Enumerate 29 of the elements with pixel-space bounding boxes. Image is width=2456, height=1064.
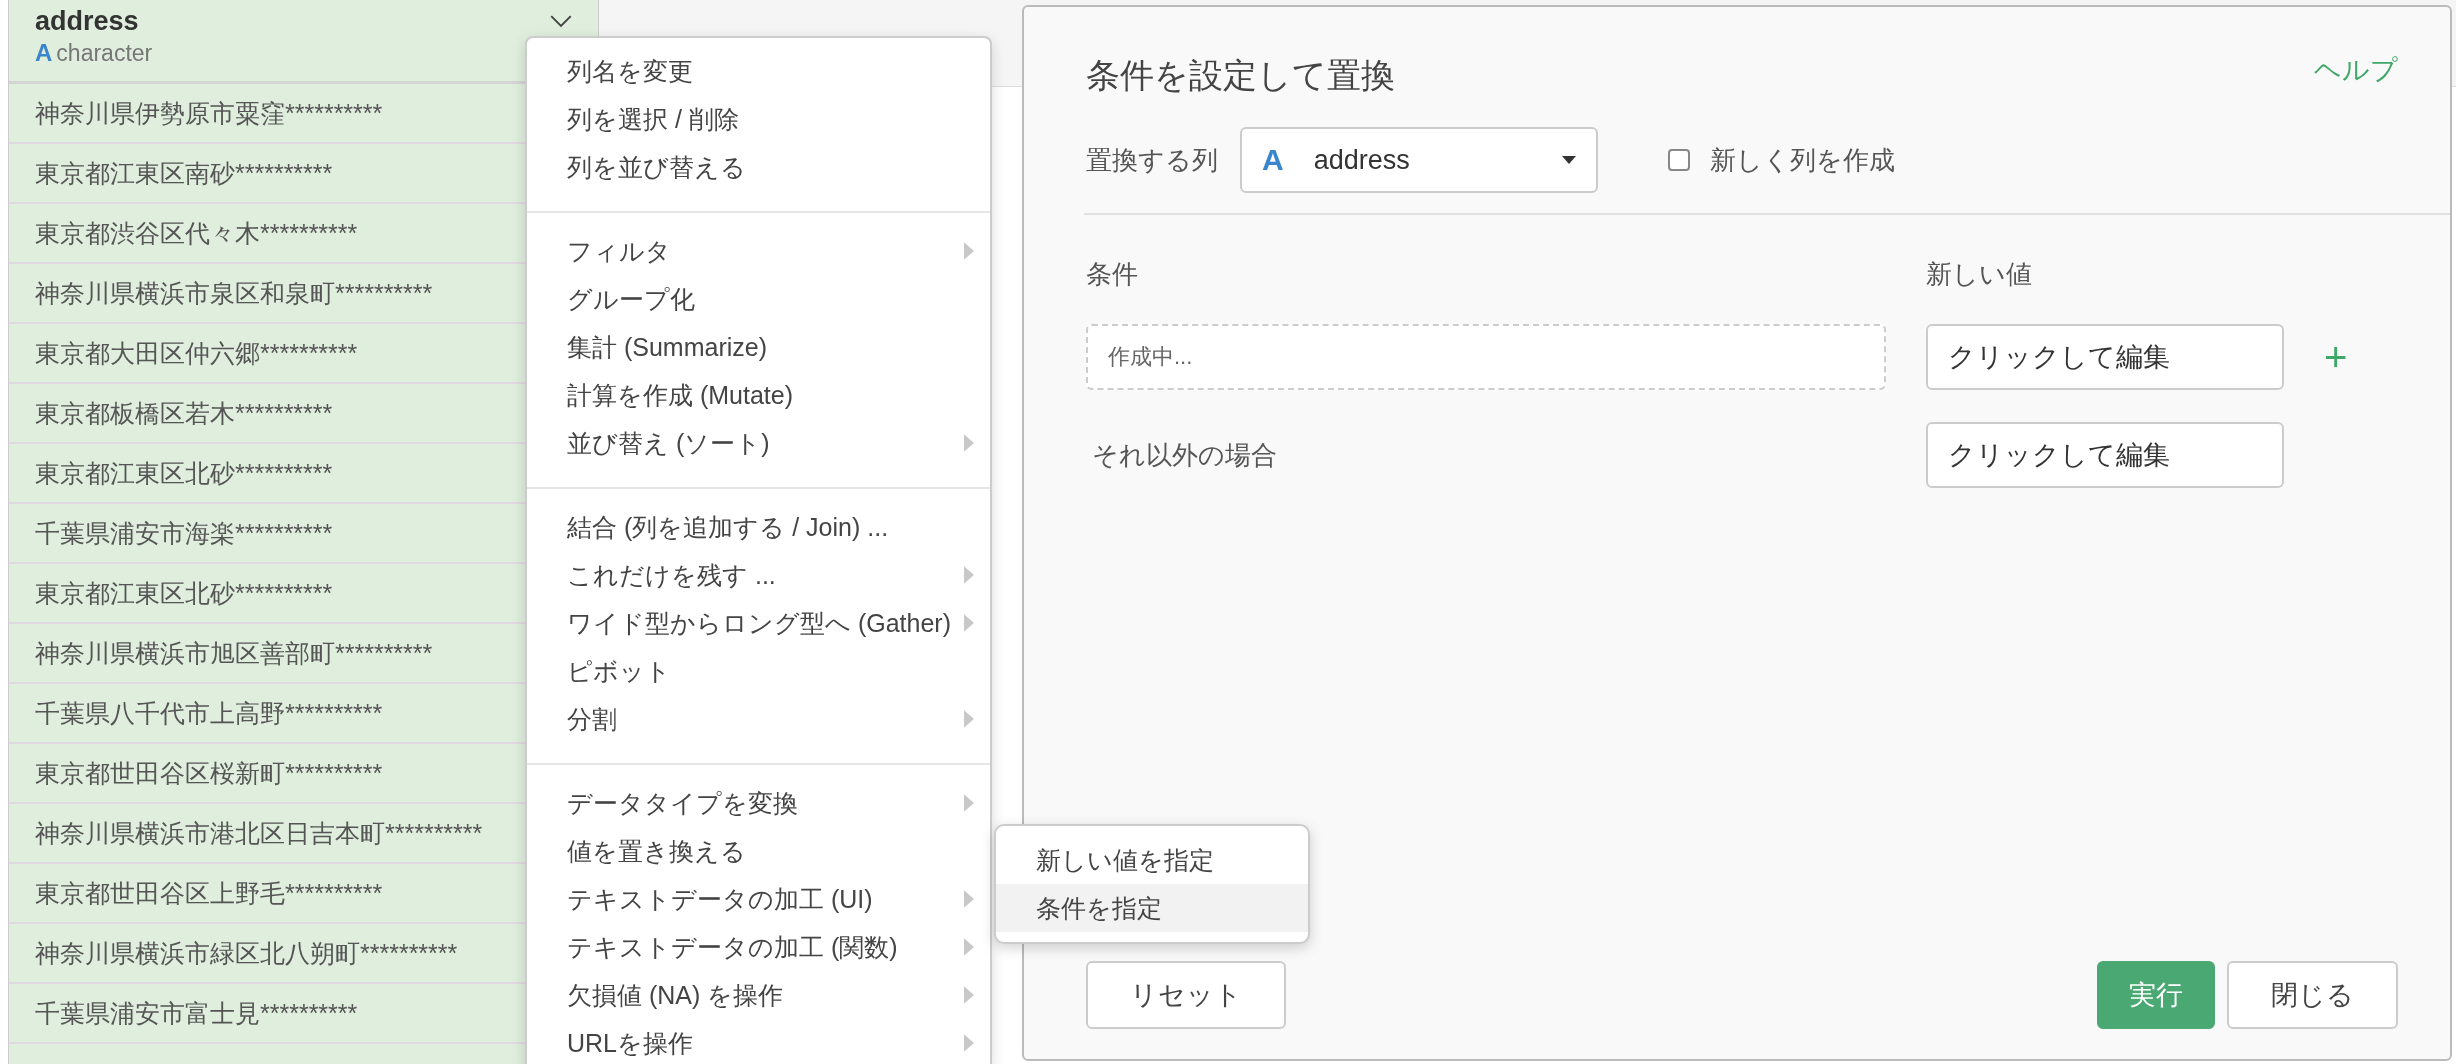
edit-value-button[interactable]: クリックして編集 <box>1926 324 2284 390</box>
chevron-down-icon[interactable] <box>550 15 572 28</box>
submenu-item[interactable]: 条件を指定 <box>996 884 1308 932</box>
column-label: 置換する列 <box>1086 143 1218 177</box>
dialog-title: 条件を設定して置換 <box>1086 55 1395 96</box>
type-icon: A <box>35 39 53 67</box>
submenu-arrow-icon <box>964 986 974 1004</box>
submenu-arrow-icon <box>964 242 974 260</box>
submenu-arrow-icon <box>964 794 974 812</box>
submenu-arrow-icon <box>964 566 974 584</box>
condition-header: 条件 <box>1086 258 1139 291</box>
reset-button[interactable]: リセット <box>1086 961 1286 1029</box>
submenu-arrow-icon <box>964 890 974 908</box>
edit-value-button[interactable]: クリックして編集 <box>1926 422 2284 488</box>
submenu-arrow-icon <box>964 710 974 728</box>
submenu-arrow-icon <box>964 434 974 452</box>
close-button[interactable]: 閉じる <box>2227 961 2398 1029</box>
submenu-arrow-icon <box>964 938 974 956</box>
checkbox-label: 新しく列を作成 <box>1710 143 1895 177</box>
new-value-header: 新しい値 <box>1926 258 2033 291</box>
submenu-arrow-icon <box>964 1034 974 1052</box>
else-label: それ以外の場合 <box>1091 438 1278 472</box>
submenu-item[interactable]: 新しい値を指定 <box>996 836 1308 884</box>
column-name: address <box>35 6 139 37</box>
column-type: character <box>56 40 153 67</box>
checkbox[interactable] <box>1668 149 1690 171</box>
submenu-arrow-icon <box>964 614 974 632</box>
column-select[interactable]: A address <box>1240 127 1598 193</box>
condition-field[interactable]: 作成中... <box>1086 324 1886 390</box>
